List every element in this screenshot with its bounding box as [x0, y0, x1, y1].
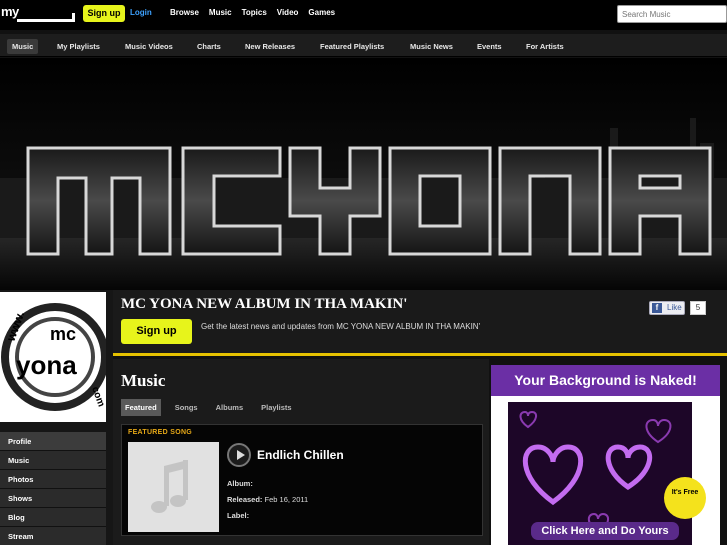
profile-nav-shows[interactable]: Shows: [0, 489, 106, 508]
musicnav-for-artists[interactable]: For Artists: [526, 39, 564, 54]
featured-song-label: FEATURED SONG: [128, 429, 193, 436]
tab-playlists[interactable]: Playlists: [257, 399, 295, 416]
music-nav: Music My Playlists Music Videos Charts N…: [0, 34, 727, 57]
logo-underline: [17, 19, 74, 22]
profile-banner: [0, 58, 727, 290]
musicnav-my-playlists[interactable]: My Playlists: [57, 39, 100, 54]
ad-headline: Your Background is Naked!: [491, 365, 720, 396]
profile-nav-music[interactable]: Music: [0, 451, 106, 470]
released-label: Released:: [227, 495, 263, 504]
musicnav-events[interactable]: Events: [477, 39, 502, 54]
page-title: MC YONA NEW ALBUM IN THA MAKIN': [121, 296, 408, 312]
released-info: Released: Feb 16, 2011: [227, 495, 308, 504]
login-link[interactable]: Login: [130, 8, 152, 17]
topnav-browse[interactable]: Browse: [170, 8, 199, 17]
signup-description: Get the latest news and updates from MC …: [201, 322, 481, 331]
musicnav-featured-playlists[interactable]: Featured Playlists: [320, 39, 384, 54]
myspace-logo[interactable]: my: [0, 2, 76, 24]
musicnav-new-releases[interactable]: New Releases: [245, 39, 295, 54]
play-button[interactable]: [227, 443, 251, 467]
ad-cta-button[interactable]: Click Here and Do Yours: [531, 522, 679, 540]
profile-nav-blog[interactable]: Blog: [0, 508, 106, 527]
topnav-music[interactable]: Music: [209, 8, 232, 17]
profile-nav-stream[interactable]: Stream: [0, 527, 106, 545]
profile-yona-text: yona: [16, 350, 77, 380]
music-section-title: Music: [121, 371, 166, 390]
tab-featured[interactable]: Featured: [121, 399, 161, 416]
banner-graphic: [0, 58, 727, 290]
page: my Sign up Login Browse Music Topics Vid…: [0, 0, 727, 545]
released-value: Feb 16, 2011: [264, 495, 309, 504]
ad-free-badge: It's Free: [664, 477, 706, 519]
musicnav-music[interactable]: Music: [7, 39, 39, 54]
top-nav: Browse Music Topics Video Games: [170, 8, 335, 17]
profile-nav-profile[interactable]: Profile: [0, 432, 106, 451]
profile-nav-photos[interactable]: Photos: [0, 470, 106, 489]
topnav-video[interactable]: Video: [277, 8, 299, 17]
profile-logo-graphic: www. mc yona com: [0, 292, 106, 422]
topnav-topics[interactable]: Topics: [242, 8, 267, 17]
album-info: Album:: [227, 479, 253, 488]
advertisement[interactable]: Your Background is Naked! It's Free Clic…: [491, 365, 720, 545]
album-label: Album:: [227, 479, 253, 488]
musicnav-charts[interactable]: Charts: [197, 39, 221, 54]
facebook-icon: f: [652, 303, 662, 313]
music-tabs: Featured Songs Albums Playlists: [121, 399, 296, 416]
tab-albums[interactable]: Albums: [212, 399, 248, 416]
signup-button-top[interactable]: Sign up: [83, 5, 125, 22]
profile-image[interactable]: www. mc yona com: [0, 292, 106, 422]
search-input[interactable]: [617, 5, 727, 23]
top-bar: my Sign up Login Browse Music Topics Vid…: [0, 0, 727, 30]
music-note-icon: [128, 442, 219, 532]
song-title[interactable]: Endlich Chillen: [257, 448, 344, 462]
profile-nav: Profile Music Photos Shows Blog Stream: [0, 432, 106, 545]
tab-songs[interactable]: Songs: [171, 399, 202, 416]
topnav-games[interactable]: Games: [308, 8, 335, 17]
signup-button[interactable]: Sign up: [121, 319, 192, 344]
like-count: 5: [690, 301, 706, 315]
musicnav-music-videos[interactable]: Music Videos: [125, 39, 173, 54]
label-info: Label:: [227, 511, 249, 520]
logo-tick: [72, 13, 75, 22]
album-art[interactable]: [128, 442, 219, 532]
musicnav-music-news[interactable]: Music News: [410, 39, 453, 54]
logo-text: my: [1, 4, 19, 19]
label-label: Label:: [227, 511, 250, 520]
profile-mc-text: mc: [50, 324, 76, 344]
